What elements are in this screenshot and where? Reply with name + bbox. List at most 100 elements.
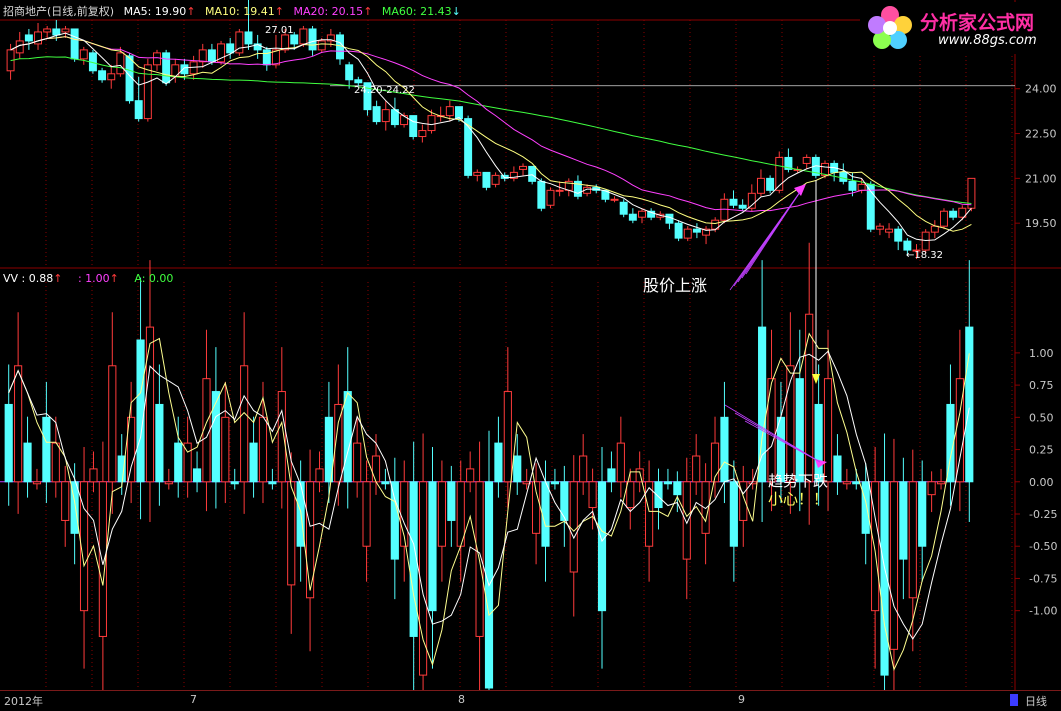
- candle-body: [894, 228, 903, 242]
- stock-title: 招商地产(日线,前复权): [3, 5, 115, 18]
- candle-body: [381, 109, 390, 123]
- ma5-label: MA5: 19.90↑: [124, 5, 196, 18]
- indicator-bar: [192, 468, 202, 483]
- indicator-bar: [108, 365, 117, 483]
- indicator-bar: [390, 481, 399, 560]
- candle-body: [756, 177, 765, 194]
- scroll-handle[interactable]: [1010, 694, 1018, 706]
- indicator-bar: [513, 455, 522, 483]
- indicator-bar: [61, 481, 70, 521]
- indicator-tick-label: -0.50: [1029, 540, 1057, 553]
- candle-body: [244, 31, 253, 45]
- candle-body: [848, 180, 857, 191]
- indicator-bar: [795, 378, 804, 483]
- candle-body: [683, 228, 692, 239]
- candle-body: [43, 28, 52, 33]
- ma5-value: MA5: 19.90: [123, 5, 187, 18]
- candle-body: [674, 222, 683, 239]
- period-label[interactable]: 日线: [1025, 693, 1047, 709]
- indicator-bar: [579, 455, 588, 483]
- candle-body: [766, 177, 775, 191]
- stock-chart[interactable]: 19.5021.0022.5024.0025.50-1.00-0.75-0.50…: [0, 0, 1061, 710]
- flower-logo-icon: [868, 6, 912, 49]
- indicator-bar: [720, 416, 729, 483]
- candle-body: [107, 73, 116, 81]
- indicator-tick-label: -0.25: [1029, 508, 1057, 521]
- indicator-bar: [164, 481, 173, 485]
- indicator-tick-label: 0.75: [1029, 379, 1054, 392]
- indicator-bar: [616, 442, 625, 483]
- candle-body: [61, 28, 70, 33]
- candle-body: [134, 100, 143, 120]
- candle-body: [857, 183, 866, 191]
- candle-body: [52, 28, 61, 36]
- candle-body: [299, 28, 308, 45]
- ma60-down-arrow: ↓: [451, 5, 461, 18]
- indicator-bar: [437, 481, 446, 547]
- indicator-bar: [155, 403, 164, 483]
- indicator-bar: [371, 455, 381, 483]
- candle-body: [921, 231, 930, 251]
- indicator-bar: [833, 455, 842, 483]
- indicator-bar: [965, 326, 974, 483]
- indicator-tick-label: -1.00: [1029, 605, 1057, 618]
- price-tick-label: 19.50: [1025, 217, 1057, 230]
- indicator-bar: [362, 481, 371, 547]
- indicator-bar: [541, 481, 550, 547]
- indicator-bar: [569, 481, 578, 573]
- indicator-bar: [145, 326, 155, 483]
- indicator-bar: [597, 481, 607, 612]
- candle-body: [491, 174, 500, 185]
- indicator-header: VV : 0.88↑ : 1.00↑ A: 0.00: [3, 272, 179, 285]
- indicator-bar: [42, 416, 51, 483]
- candle-body: [628, 213, 637, 221]
- indicator-bar: [729, 481, 738, 547]
- indicator-bar: [343, 391, 352, 483]
- indicator-bar: [211, 391, 220, 483]
- indicator-bar: [927, 481, 936, 496]
- indicator-bar: [889, 481, 899, 650]
- indicator-tick-label: 0.25: [1029, 444, 1054, 457]
- ma60-value: MA60: 21.43: [381, 5, 452, 18]
- indicator-tick-label: 0.50: [1029, 411, 1054, 424]
- mid-price-label: 24.20-24.22: [354, 85, 415, 96]
- indicator-bar: [503, 391, 512, 483]
- indicator-bar: [353, 442, 362, 483]
- indicator-bar: [682, 481, 691, 560]
- v2-value: : 1.00: [77, 272, 110, 285]
- indicator-bar: [560, 481, 569, 521]
- candle-body: [372, 106, 381, 123]
- indicator-bar: [466, 468, 475, 483]
- indicator-bar: [315, 468, 324, 483]
- candle-body: [885, 228, 894, 233]
- indicator-bar: [692, 455, 701, 483]
- candle-body: [24, 34, 33, 42]
- candle-body: [290, 34, 299, 45]
- indicator-tick-label: -0.75: [1029, 572, 1057, 585]
- high-price-label: 27.01: [265, 25, 294, 36]
- axis-year: 2012年: [4, 695, 43, 708]
- indicator-bar: [287, 481, 296, 586]
- annotation-careful: 小心！！: [768, 490, 829, 508]
- candle-body: [98, 70, 107, 81]
- indicator-bar: [626, 481, 635, 509]
- candle-body: [519, 165, 528, 170]
- indicator-bar: [447, 481, 456, 521]
- indicator-tick-label: 1.00: [1029, 347, 1054, 360]
- indicator-bar: [14, 365, 23, 483]
- indicator-bar: [588, 481, 597, 509]
- indicator-bar: [4, 403, 13, 483]
- ma10-line: [10, 36, 972, 232]
- indicator-bar: [550, 481, 560, 485]
- v2-up-arrow: ↑: [109, 272, 119, 285]
- candle-body: [281, 34, 290, 51]
- price-tick-label: 24.00: [1025, 83, 1057, 96]
- candle-body: [729, 198, 738, 206]
- candle-body: [930, 225, 939, 233]
- indicator-bar: [174, 442, 183, 483]
- vv-up-arrow: ↑: [53, 272, 63, 285]
- candle-body: [400, 115, 409, 126]
- candle-body: [528, 165, 537, 182]
- candle-body: [153, 52, 161, 66]
- a-value: A: 0.00: [134, 272, 174, 285]
